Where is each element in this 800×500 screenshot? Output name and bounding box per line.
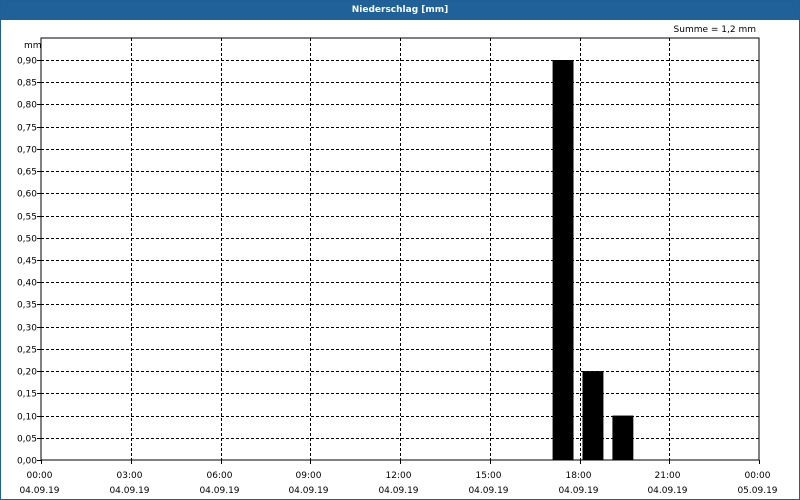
x-tick-date-label: 04.09.19 [647, 486, 687, 496]
x-tick-date-label: 04.09.19 [468, 486, 508, 496]
y-tick-label: 0,10 [17, 413, 37, 423]
x-tick-time-label: 06:00 [207, 471, 233, 481]
y-tick-label: 0,90 [17, 57, 37, 67]
x-tick-time-label: 15:00 [476, 471, 502, 481]
y-tick-label: 0,20 [17, 368, 37, 378]
y-tick-label: 0,80 [17, 101, 37, 111]
x-tick-date-label: 04.09.19 [109, 486, 149, 496]
y-tick-label: 0,30 [17, 324, 37, 334]
precipitation-chart: 0,00 0,05 0,10 0,15 0,20 0,25 0,30 0,35 0,40 0,45… [17, 37, 778, 496]
x-tick-date-label: 04.09.19 [199, 486, 239, 496]
x-tick-date-label: 04.09.19 [288, 486, 328, 496]
precipitation-bar [552, 60, 574, 460]
y-tick-label: 0,65 [17, 168, 37, 178]
x-tick-date-label: 04.09.19 [19, 486, 59, 496]
precipitation-bar [612, 415, 634, 460]
x-tick-time-label: 21:00 [655, 471, 681, 481]
y-tick-label: 0,35 [17, 301, 37, 311]
x-tick-time-label: 00:00 [745, 471, 771, 481]
x-tick-time-label: 09:00 [296, 471, 322, 481]
y-tick-label: 0,55 [17, 213, 37, 223]
x-tick-time-label: 18:00 [566, 471, 592, 481]
x-tick-date-label: 04.09.19 [558, 486, 598, 496]
x-tick-date-label: 05.09.19 [737, 486, 777, 496]
x-tick-date-label: 04.09.19 [378, 486, 418, 496]
y-tick-label: 0,40 [17, 279, 37, 289]
y-tick-label: 0,70 [17, 146, 37, 156]
x-tick-time-label: 00:00 [27, 471, 53, 481]
y-tick-label: 0,50 [17, 235, 37, 245]
y-tick-label: 0,45 [17, 257, 37, 267]
y-tick-label: 0,75 [17, 124, 37, 134]
y-tick-label: 0,05 [17, 435, 37, 445]
y-tick-label: 0,85 [17, 79, 37, 89]
precipitation-bar [582, 371, 604, 460]
y-tick-label: 0,60 [17, 190, 37, 200]
x-tick-time-label: 12:00 [386, 471, 412, 481]
y-axis-label: mm [24, 41, 42, 51]
y-tick-label: 0,25 [17, 346, 37, 356]
x-tick-time-label: 03:00 [117, 471, 143, 481]
y-tick-label: 0,00 [17, 457, 37, 467]
y-tick-label: 0,15 [17, 390, 37, 400]
